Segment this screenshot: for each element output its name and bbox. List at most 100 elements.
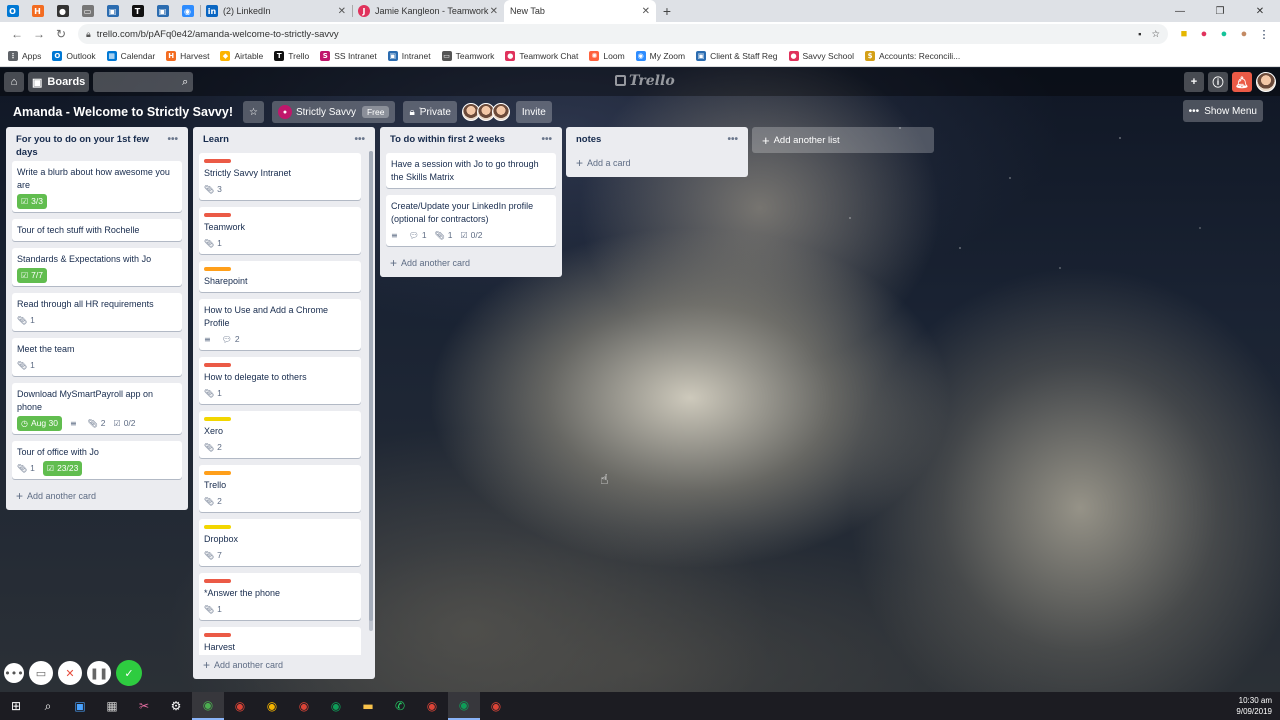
bookmark-trello[interactable]: T Trello bbox=[274, 51, 309, 61]
card-label[interactable] bbox=[204, 363, 231, 367]
list-title[interactable]: Learn bbox=[203, 133, 354, 146]
card[interactable]: Have a session with Jo to go through the… bbox=[386, 153, 556, 188]
bookmark-calendar[interactable]: ▦ Calendar bbox=[106, 51, 155, 61]
list-scroll-area[interactable]: Strictly Savvy Intranet 📎︎ 3 Teamwork 📎︎ 1 Sha… bbox=[199, 153, 369, 655]
taskbar-app[interactable]: ◉ bbox=[288, 692, 320, 720]
list-title[interactable]: notes bbox=[576, 133, 727, 146]
card[interactable]: Teamwork 📎︎ 1 bbox=[199, 207, 361, 254]
bookmark-loom[interactable]: ✺ Loom bbox=[589, 51, 625, 61]
home-button[interactable]: ⌂ bbox=[4, 72, 24, 92]
scrollbar-thumb[interactable] bbox=[369, 151, 373, 621]
taskbar-app[interactable]: ◉ bbox=[448, 692, 480, 720]
tab-linkedin[interactable]: in (2) LinkedIn ✕ bbox=[200, 0, 352, 22]
bookmark-my-zoom[interactable]: ◉ My Zoom bbox=[635, 51, 685, 61]
boards-button[interactable]: ▣ Boards bbox=[28, 72, 90, 92]
board-title[interactable]: Amanda - Welcome to Strictly Savvy! bbox=[13, 105, 233, 119]
list-header[interactable]: notes ••• bbox=[572, 127, 742, 153]
cancel-recording-button[interactable]: ✕ bbox=[58, 661, 82, 685]
card-label[interactable] bbox=[204, 417, 231, 421]
list-scrollbar[interactable] bbox=[369, 151, 373, 631]
close-icon[interactable]: ✕ bbox=[490, 6, 498, 17]
extension-icon[interactable]: ● bbox=[1194, 28, 1214, 40]
extension-icon[interactable]: ■ bbox=[1174, 28, 1194, 40]
taskbar-app[interactable]: ◉ bbox=[320, 692, 352, 720]
card[interactable]: Harvest📎︎1 bbox=[199, 627, 361, 655]
list-menu-icon[interactable]: ••• bbox=[541, 133, 552, 146]
bookmark-airtable[interactable]: ◆ Airtable bbox=[220, 51, 263, 61]
reload-icon[interactable]: ↻ bbox=[50, 27, 72, 41]
list-header[interactable]: Learn ••• bbox=[199, 127, 369, 153]
list-title[interactable]: For you to do on your 1st few days bbox=[16, 133, 167, 159]
bookmark-outlook[interactable]: O Outlook bbox=[52, 51, 96, 61]
card[interactable]: Tour of tech stuff with Rochelle bbox=[12, 219, 182, 241]
taskbar-app[interactable]: ▦ bbox=[96, 692, 128, 720]
system-clock[interactable]: 10:30 am 9/09/2019 bbox=[1236, 695, 1272, 717]
card[interactable]: How to Use and Add a Chrome Profile ≡ 💬︎ 2 bbox=[199, 299, 361, 350]
card[interactable]: How to delegate to others 📎︎ 1 bbox=[199, 357, 361, 404]
card-label[interactable] bbox=[204, 579, 231, 583]
pinned-tab[interactable]: H bbox=[25, 0, 50, 22]
url-input[interactable]: 🔒︎ trello.com/b/pAFq0e42/amanda-welcome-… bbox=[78, 24, 1168, 44]
card[interactable]: Read through all HR requirements 📎︎ 1 bbox=[12, 293, 182, 331]
star-board-button[interactable]: ☆ bbox=[242, 101, 264, 123]
camera-toggle-button[interactable]: ▭ bbox=[29, 661, 53, 685]
bookmark-accounts-reconcili[interactable]: $ Accounts: Reconcili... bbox=[865, 51, 960, 61]
close-icon[interactable]: ✕ bbox=[338, 6, 346, 17]
new-tab-button[interactable]: + bbox=[656, 0, 678, 22]
card[interactable]: Meet the team 📎︎ 1 bbox=[12, 338, 182, 376]
bookmark-savvy-school[interactable]: ● Savvy School bbox=[788, 51, 854, 61]
list-menu-icon[interactable]: ••• bbox=[727, 133, 738, 146]
taskbar-app[interactable]: ◉ bbox=[480, 692, 512, 720]
add-card-button[interactable]: + Add a card bbox=[572, 153, 742, 173]
card-label[interactable] bbox=[204, 267, 231, 271]
bookmark-apps[interactable]: ⋮ Apps bbox=[8, 51, 41, 61]
taskbar-app[interactable]: ◉ bbox=[416, 692, 448, 720]
taskbar-app[interactable]: ⌕ bbox=[32, 692, 64, 720]
card[interactable]: Tour of office with Jo 📎︎ 1 ☑ 23/23 bbox=[12, 441, 182, 479]
card[interactable]: Create/Update your LinkedIn profile (opt… bbox=[386, 195, 556, 246]
create-button[interactable]: + bbox=[1184, 72, 1204, 92]
card[interactable]: Strictly Savvy Intranet 📎︎ 3 bbox=[199, 153, 361, 200]
forward-arrow-icon[interactable]: → bbox=[28, 27, 50, 41]
notifications-button[interactable]: 🔔︎ bbox=[1232, 72, 1252, 92]
member-avatar[interactable] bbox=[491, 103, 510, 121]
pinned-tab[interactable]: T bbox=[125, 0, 150, 22]
pinned-tab[interactable]: ▣ bbox=[100, 0, 125, 22]
card[interactable]: *Answer the phone 📎︎ 1 bbox=[199, 573, 361, 620]
close-icon[interactable]: ✕ bbox=[642, 6, 650, 17]
taskbar-app[interactable]: ✂ bbox=[128, 692, 160, 720]
invite-button[interactable]: Invite bbox=[515, 101, 552, 123]
card[interactable]: Trello 📎︎ 2 bbox=[199, 465, 361, 512]
user-avatar[interactable] bbox=[1256, 72, 1276, 92]
taskbar-app[interactable]: ◉ bbox=[192, 692, 224, 720]
list-header[interactable]: To do within first 2 weeks ••• bbox=[386, 127, 556, 153]
taskbar-app[interactable]: ⚙ bbox=[160, 692, 192, 720]
card[interactable]: Download MySmartPayroll app on phone ◷ Aug… bbox=[12, 383, 182, 434]
taskbar-app[interactable]: ▬ bbox=[352, 692, 384, 720]
info-button[interactable]: ⓘ bbox=[1208, 72, 1228, 92]
due-date-badge[interactable]: ◷ Aug 30 bbox=[17, 415, 62, 431]
card[interactable]: Xero 📎︎ 2 bbox=[199, 411, 361, 458]
pinned-tab[interactable]: ▭ bbox=[75, 0, 100, 22]
trello-logo[interactable]: Trello bbox=[615, 73, 675, 89]
card[interactable]: Standards & Expectations with Jo ☑ 7/7 bbox=[12, 248, 182, 286]
profile-avatar-icon[interactable]: ● bbox=[1234, 28, 1254, 40]
card-label[interactable] bbox=[204, 471, 231, 475]
card-label[interactable] bbox=[204, 633, 231, 637]
visibility-button[interactable]: 🔒︎ Private bbox=[403, 101, 457, 123]
add-card-button[interactable]: + Add another card bbox=[12, 486, 182, 506]
minimize-button[interactable]: — bbox=[1160, 0, 1200, 22]
list-menu-icon[interactable]: ••• bbox=[167, 133, 178, 146]
list-header[interactable]: For you to do on your 1st few days ••• bbox=[12, 127, 182, 161]
card-label[interactable] bbox=[204, 525, 231, 529]
card[interactable]: Dropbox 📎︎ 7 bbox=[199, 519, 361, 566]
bookmark-client-staff-reg[interactable]: ▣ Client & Staff Reg bbox=[696, 51, 778, 61]
list-menu-icon[interactable]: ••• bbox=[354, 133, 365, 146]
add-list-button[interactable]: + Add another list bbox=[752, 127, 934, 153]
bookmark-ss-intranet[interactable]: S SS Intranet bbox=[320, 51, 377, 61]
bookmark-harvest[interactable]: H Harvest bbox=[166, 51, 209, 61]
grammarly-icon[interactable]: ● bbox=[1214, 28, 1234, 40]
pinned-tab[interactable]: O bbox=[0, 0, 25, 22]
card-label[interactable] bbox=[204, 159, 231, 163]
taskbar-app[interactable]: ◉ bbox=[256, 692, 288, 720]
